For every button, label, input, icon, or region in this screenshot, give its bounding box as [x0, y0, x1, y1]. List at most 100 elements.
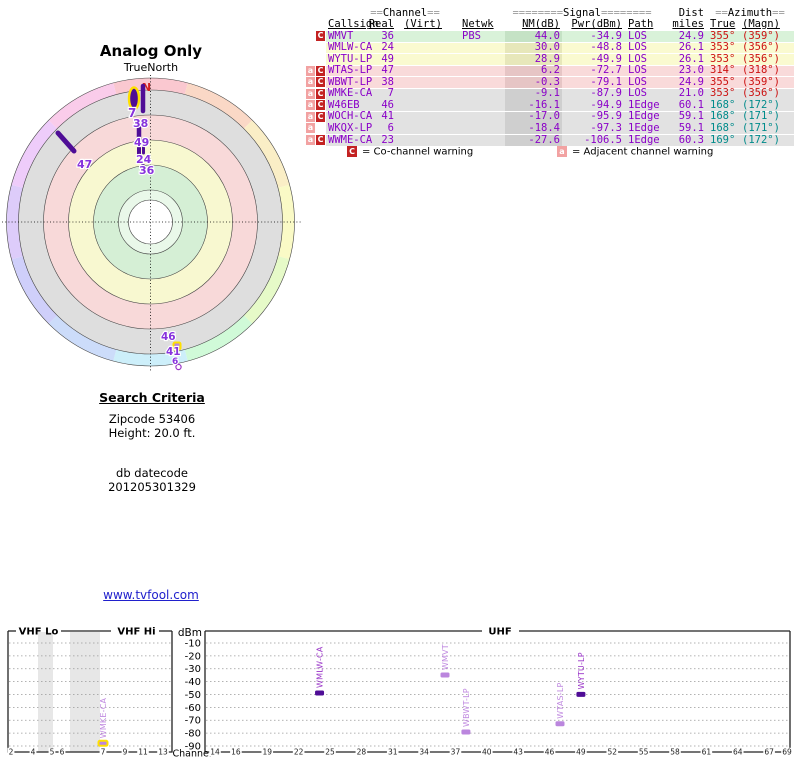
co-channel-flag-icon: C — [316, 112, 325, 122]
vhf-channel-tick: 6 — [60, 748, 65, 757]
station-marker — [315, 690, 324, 695]
column-header-netwk: Netwk — [462, 19, 504, 30]
radar-channel-label: 47 — [77, 158, 92, 171]
uhf-channel-tick: 37 — [451, 748, 461, 757]
cell-pwr: -106.5 — [568, 135, 622, 146]
station-marker — [440, 673, 449, 678]
radar-channel-label: 6 — [172, 357, 178, 367]
uhf-panel-border — [205, 631, 790, 752]
uhf-channel-tick: 49 — [576, 748, 586, 757]
search-criteria-zipcode: Zipcode 53406 — [0, 412, 304, 426]
uhf-channel-tick: 16 — [231, 748, 241, 757]
cell-true_az: 168° — [710, 123, 740, 134]
cell-true_az: 314° — [710, 65, 740, 76]
tvfool-report-page: { "radar": { "title": "Analog Only", "no… — [0, 0, 800, 768]
cell-nm: -0.3 — [510, 77, 560, 88]
cell-real: 36 — [358, 31, 394, 42]
cell-pwr: -87.9 — [568, 88, 622, 99]
dbm-tick-label: -60 — [185, 703, 201, 714]
cell-path: LOS — [628, 42, 668, 53]
cell-pwr: -79.1 — [568, 77, 622, 88]
cell-real: 7 — [358, 88, 394, 99]
station-callsign-label: WMKE-CA — [99, 698, 108, 739]
uhf-channel-tick: 61 — [702, 748, 712, 757]
cell-nm: -17.0 — [510, 111, 560, 122]
cell-real: 24 — [358, 42, 394, 53]
uhf-channel-tick: 67 — [764, 748, 774, 757]
cell-true_az: 353° — [710, 88, 740, 99]
cell-true_az: 355° — [710, 77, 740, 88]
dbm-tick-label: -50 — [185, 690, 201, 701]
uhf-channel-tick: 64 — [733, 748, 743, 757]
uhf-channel-tick: 46 — [545, 748, 555, 757]
cell-magn_az: (356°) — [742, 88, 790, 99]
band-label-vhf-lo: VHF Lo — [19, 627, 59, 638]
cell-pwr: -72.7 — [568, 65, 622, 76]
cell-real: 41 — [358, 111, 394, 122]
cell-magn_az: (359°) — [742, 31, 790, 42]
uhf-channel-tick: 69 — [782, 748, 792, 757]
x-axis-title: Channel — [173, 749, 212, 760]
station-callsign-label: WYTU-LP — [577, 652, 586, 689]
dbm-tick-label: -20 — [185, 651, 201, 662]
cell-miles: 24.9 — [664, 77, 704, 88]
cell-magn_az: (172°) — [742, 135, 790, 146]
uhf-channel-tick: 28 — [357, 748, 367, 757]
cell-nm: 44.0 — [510, 31, 560, 42]
column-header-real: Real — [358, 19, 394, 30]
uhf-channel-tick: 52 — [607, 748, 617, 757]
co-channel-flag-icon: C — [316, 135, 325, 145]
dbm-tick-label: -80 — [185, 729, 201, 740]
cell-nm: 30.0 — [510, 42, 560, 53]
radar-title: Analog Only — [0, 42, 302, 60]
station-marker — [555, 721, 564, 726]
cell-nm: -16.1 — [510, 100, 560, 111]
cell-miles: 23.0 — [664, 65, 704, 76]
vhf-channel-tick: 11 — [138, 748, 148, 757]
db-datecode-value: 201205301329 — [0, 480, 304, 494]
dbm-tick-label: -10 — [185, 638, 201, 649]
cell-nm: -27.6 — [510, 135, 560, 146]
cell-real: 47 — [358, 65, 394, 76]
cell-magn_az: (356°) — [742, 54, 790, 65]
column-header-miles: miles — [664, 19, 704, 30]
cell-path: LOS — [628, 65, 668, 76]
station-marker — [99, 741, 108, 746]
cell-path: 1Edge — [628, 135, 668, 146]
radar-channel-label: 46 — [161, 331, 176, 343]
cell-true_az: 168° — [710, 111, 740, 122]
cell-true_az: 169° — [710, 135, 740, 146]
uhf-channel-tick: 31 — [388, 748, 398, 757]
cell-pwr: -34.9 — [568, 31, 622, 42]
dbm-tick-label: -30 — [185, 664, 201, 675]
cell-magn_az: (171°) — [742, 111, 790, 122]
radar-channel-label: 36 — [139, 164, 155, 177]
adjacent-channel-flag-icon: a — [306, 112, 315, 122]
station-callsign-label: WMLW-CA — [316, 646, 325, 688]
band-label-vhf-hi: VHF Hi — [117, 627, 155, 638]
cell-miles: 26.1 — [664, 54, 704, 65]
tvfool-link[interactable]: www.tvfool.com — [0, 588, 302, 602]
cell-pwr: -48.8 — [568, 42, 622, 53]
cell-nm: 6.2 — [510, 65, 560, 76]
uhf-channel-tick: 19 — [262, 748, 272, 757]
cell-real: 38 — [358, 77, 394, 88]
station-marker — [576, 692, 585, 697]
cell-miles: 60.3 — [664, 135, 704, 146]
vhf-channel-tick: 5 — [50, 748, 55, 757]
cell-true_az: 355° — [710, 31, 740, 42]
cell-path: 1Edge — [628, 123, 668, 134]
cell-true_az: 168° — [710, 100, 740, 111]
adjacent-channel-flag-icon: a — [306, 123, 315, 133]
cell-magn_az: (318°) — [742, 65, 790, 76]
co-channel-flag-icon: C — [347, 146, 357, 157]
column-header-nm: NM(dB) — [510, 19, 560, 30]
station-marker — [461, 729, 470, 734]
uhf-channel-tick: 43 — [513, 748, 523, 757]
co-channel-flag-icon: C — [316, 100, 325, 110]
vhf-channel-tick: 4 — [31, 748, 36, 757]
legend-co-channel-text: = Co-channel warning — [362, 147, 473, 158]
cell-true_az: 353° — [710, 42, 740, 53]
cell-magn_az: (172°) — [742, 100, 790, 111]
vhf-channel-tick: 9 — [123, 748, 128, 757]
